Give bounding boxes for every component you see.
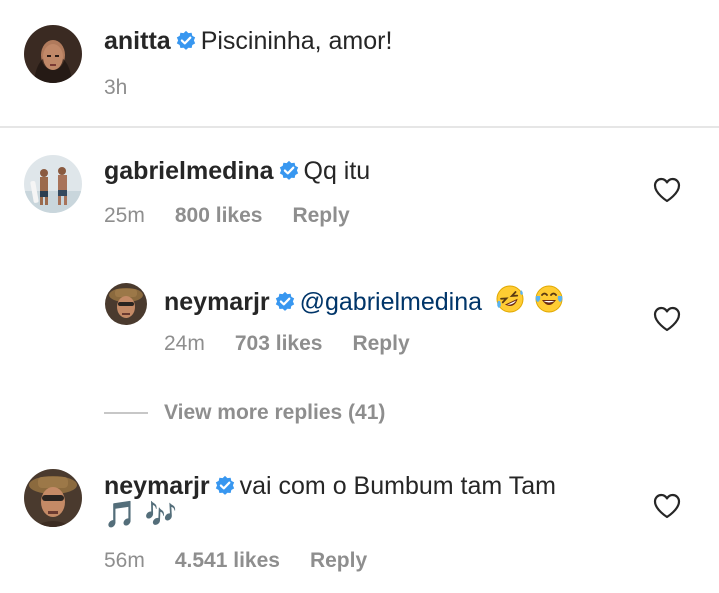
comment-2-text: vai com o Bumbum tam Tam <box>239 472 556 500</box>
avatar-gabrielmedina[interactable] <box>24 155 82 213</box>
heart-outline-icon <box>653 177 681 203</box>
comment-2-line2: 🎵 🎶 <box>104 500 177 530</box>
comment-1-text: Qq itu <box>303 157 371 185</box>
rofl-emoji-icon <box>495 284 525 314</box>
comment-2-likes[interactable]: 4.541 likes <box>175 549 280 572</box>
comment-1: gabrielmedina Qq itu <box>104 156 370 186</box>
comment-2-like-button[interactable] <box>653 493 681 519</box>
avatar-anitta[interactable] <box>24 25 82 83</box>
reply-1-like-button[interactable] <box>653 306 681 332</box>
comment-1-likes[interactable]: 800 likes <box>175 204 263 227</box>
comment-2-username[interactable]: neymarjr <box>104 472 210 500</box>
reply-1-likes[interactable]: 703 likes <box>235 332 323 355</box>
view-more-divider <box>104 412 148 414</box>
comment-2-time[interactable]: 56m <box>104 549 145 572</box>
reply-1-mention[interactable]: @gabrielmedina <box>300 288 482 316</box>
caption-divider <box>0 126 719 128</box>
reply-1-time[interactable]: 24m <box>164 332 205 355</box>
view-more-replies-button[interactable]: View more replies (41) <box>164 399 385 427</box>
comment-1-like-button[interactable] <box>653 177 681 203</box>
comment-1-username[interactable]: gabrielmedina <box>104 157 274 185</box>
post-caption-text: Piscininha, amor! <box>200 27 393 55</box>
post-time[interactable]: 3h <box>104 76 127 99</box>
avatar-neymarjr[interactable] <box>24 469 82 527</box>
reply-1-username[interactable]: neymarjr <box>164 288 270 316</box>
reply-1-reply-button[interactable]: Reply <box>352 332 409 355</box>
comment-2-music-notes: 🎵 🎶 <box>104 500 178 530</box>
post-caption: anitta Piscininha, amor! <box>104 26 392 56</box>
comment-1-meta: 25m 800 likes Reply <box>104 203 380 229</box>
verified-badge-icon <box>214 475 236 497</box>
comment-2: neymarjr vai com o Bumbum tam Tam <box>104 471 556 501</box>
comment-1-reply-button[interactable]: Reply <box>292 204 349 227</box>
comment-1-time[interactable]: 25m <box>104 204 145 227</box>
comment-2-reply-button[interactable]: Reply <box>310 549 367 572</box>
heart-outline-icon <box>653 306 681 332</box>
avatar-neymarjr-reply[interactable] <box>105 283 147 325</box>
heart-outline-icon <box>653 493 681 519</box>
comment-2-meta: 56m 4.541 likes Reply <box>104 548 397 574</box>
joy-emoji-icon <box>534 284 564 314</box>
reply-1: neymarjr @gabrielmedina <box>164 284 564 317</box>
post-meta: 3h <box>104 75 157 101</box>
verified-badge-icon <box>274 291 296 313</box>
verified-badge-icon <box>278 160 300 182</box>
reply-1-meta: 24m 703 likes Reply <box>164 331 440 357</box>
verified-badge-icon <box>175 30 197 52</box>
post-username[interactable]: anitta <box>104 27 171 55</box>
